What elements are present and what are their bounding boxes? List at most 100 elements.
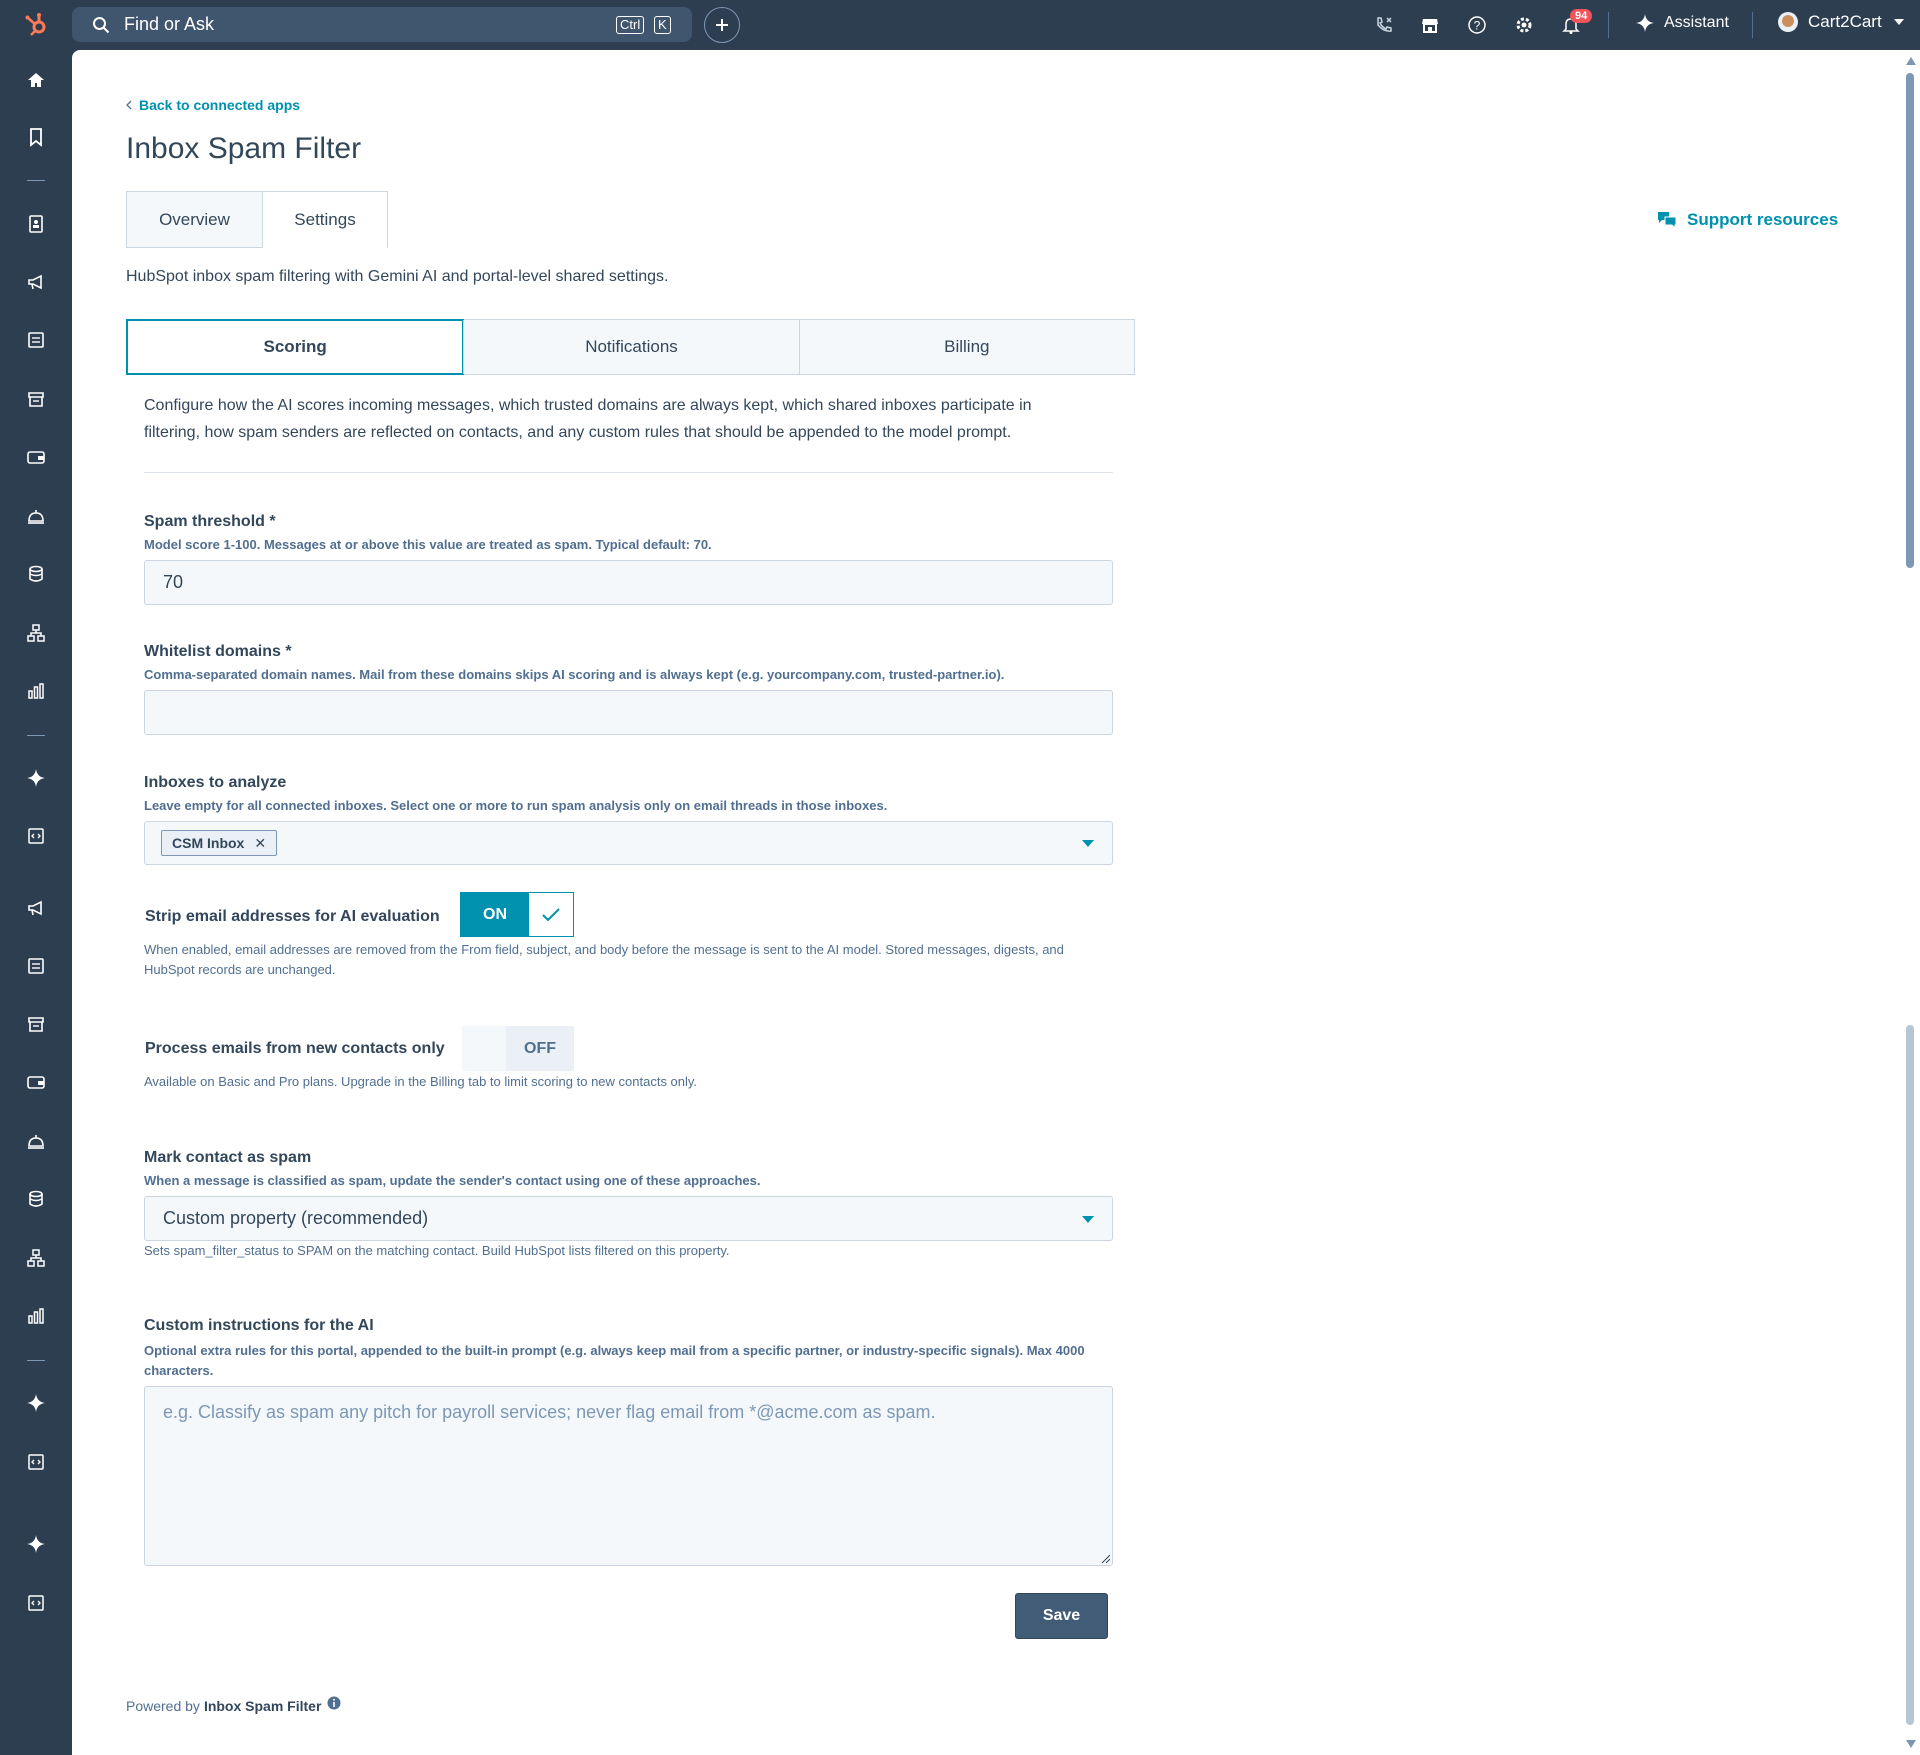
home-icon[interactable]: [26, 70, 46, 90]
scoring-intro: Configure how the AI scores incoming mes…: [144, 397, 1032, 441]
create-button[interactable]: [704, 7, 740, 43]
subtab-notifications[interactable]: Notifications: [463, 320, 798, 374]
powered-by: Powered by Inbox Spam Filter: [126, 1696, 341, 1714]
commerce-icon[interactable]: [26, 1014, 46, 1034]
scroll-up-icon[interactable]: [1906, 57, 1916, 65]
help-icon[interactable]: ?: [1467, 15, 1487, 35]
search-placeholder: Find or Ask: [124, 14, 215, 34]
database-icon[interactable]: [26, 564, 46, 584]
spam-threshold-label: Spam threshold *: [144, 513, 276, 530]
whitelist-domains-label: Whitelist domains *: [144, 643, 292, 660]
toggle-off-label: OFF: [506, 1026, 574, 1071]
mark-contact-help: When a message is classified as spam, up…: [144, 1173, 761, 1188]
scroll-down-icon[interactable]: [1906, 1740, 1916, 1748]
subtab-billing[interactable]: Billing: [798, 320, 1134, 374]
spam-threshold-value: 70: [163, 572, 184, 592]
spam-threshold-help: Model score 1-100. Messages at or above …: [144, 537, 712, 552]
tab-overview[interactable]: Overview: [126, 191, 262, 248]
content-icon[interactable]: [26, 956, 46, 976]
inbox-chip: CSM Inbox ✕: [161, 830, 278, 856]
nav-divider: [27, 1360, 45, 1361]
nav-divider: [27, 180, 45, 181]
wallet-icon[interactable]: [26, 1072, 46, 1092]
sparkle-icon[interactable]: [26, 768, 46, 788]
assistant-button[interactable]: Assistant: [1636, 14, 1729, 32]
megaphone-icon[interactable]: [26, 898, 46, 918]
reports-icon[interactable]: [26, 681, 46, 701]
inboxes-select[interactable]: CSM Inbox ✕: [144, 821, 1113, 865]
custom-instructions-textarea[interactable]: e.g. Classify as spam any pitch for payr…: [144, 1386, 1113, 1566]
contacts-icon[interactable]: [26, 214, 46, 234]
divider: [1752, 12, 1753, 38]
marketplace-icon[interactable]: [1420, 15, 1440, 35]
strip-emails-label: Strip email addresses for AI evaluation: [145, 908, 440, 925]
code-icon[interactable]: [26, 1593, 46, 1613]
save-button[interactable]: Save: [1015, 1593, 1108, 1639]
new-contacts-only-help: Available on Basic and Pro plans. Upgrad…: [144, 1074, 698, 1089]
whitelist-domains-input[interactable]: [144, 690, 1113, 735]
powered-brand: Inbox Spam Filter: [203, 1698, 322, 1714]
global-search[interactable]: Find or Ask Ctrl K: [72, 7, 692, 42]
bookmark-icon[interactable]: [26, 127, 46, 147]
service-icon[interactable]: [26, 506, 46, 526]
reports-icon[interactable]: [26, 1306, 46, 1326]
strip-emails-toggle[interactable]: ON: [460, 892, 574, 937]
commerce-icon[interactable]: [26, 389, 46, 409]
code-icon[interactable]: [26, 1452, 46, 1472]
shortcut-key: K: [654, 16, 671, 34]
notification-badge: 94: [1570, 9, 1593, 23]
hubspot-logo[interactable]: [24, 12, 50, 38]
inboxes-label: Inboxes to analyze: [144, 774, 287, 791]
shortcut-ctrl: Ctrl: [616, 16, 645, 34]
content-icon[interactable]: [26, 330, 46, 350]
spam-threshold-input[interactable]: 70: [144, 560, 1113, 605]
new-contacts-only-label: Process emails from new contacts only: [145, 1040, 445, 1057]
automation-icon[interactable]: [26, 623, 46, 643]
custom-instructions-help: Optional extra rules for this portal, ap…: [144, 1343, 1085, 1378]
custom-instructions-placeholder: e.g. Classify as spam any pitch for payr…: [163, 1402, 936, 1422]
sparkle-icon[interactable]: [26, 1534, 46, 1554]
chevron-down-icon: [1893, 19, 1904, 25]
support-chat-icon: [1658, 212, 1677, 229]
info-icon[interactable]: [327, 1696, 341, 1710]
dropdown-caret-icon[interactable]: [1082, 1215, 1094, 1223]
scrollbar-thumb-secondary[interactable]: [1906, 1025, 1914, 1725]
tab-settings[interactable]: Settings: [262, 191, 388, 248]
new-contacts-only-toggle[interactable]: OFF: [462, 1026, 574, 1071]
back-to-connected-apps-link[interactable]: Back to connected apps: [126, 97, 300, 113]
resize-handle-icon[interactable]: [1100, 1553, 1110, 1563]
divider: [144, 472, 1113, 473]
subtab-scoring[interactable]: Scoring: [126, 319, 465, 375]
dropdown-caret-icon[interactable]: [1082, 840, 1094, 847]
service-icon[interactable]: [26, 1131, 46, 1151]
remove-chip-icon[interactable]: ✕: [254, 835, 266, 852]
settings-subtabs: Scoring Notifications Billing: [126, 319, 1135, 375]
database-icon[interactable]: [26, 1189, 46, 1209]
top-bar: Find or Ask Ctrl K ? 94 Assistant Cart2C…: [0, 0, 1920, 50]
support-resources-link[interactable]: Support resources: [1657, 210, 1838, 230]
mark-contact-select[interactable]: Custom property (recommended): [144, 1196, 1113, 1241]
sparkle-icon[interactable]: [26, 1393, 46, 1413]
account-name: Cart2Cart: [1808, 12, 1882, 31]
automation-icon[interactable]: [26, 1248, 46, 1268]
account-menu[interactable]: Cart2Cart: [1778, 12, 1904, 32]
app-tabs: Overview Settings: [126, 191, 388, 248]
wallet-icon[interactable]: [26, 447, 46, 467]
avatar: [1778, 12, 1798, 32]
search-icon: [93, 16, 110, 33]
settings-icon[interactable]: [1514, 15, 1534, 35]
app-description: HubSpot inbox spam filtering with Gemini…: [126, 268, 669, 285]
divider: [1608, 12, 1609, 38]
mark-contact-label: Mark contact as spam: [144, 1149, 312, 1166]
inbox-chip-label: CSM Inbox: [172, 835, 245, 851]
mark-contact-value: Custom property (recommended): [163, 1208, 429, 1228]
sparkle-icon: [1636, 14, 1654, 32]
calling-icon[interactable]: [1374, 15, 1394, 35]
toggle-on-label: ON: [461, 893, 529, 936]
code-icon[interactable]: [26, 826, 46, 846]
chevron-left-icon: [126, 100, 132, 110]
checkmark-icon: [542, 907, 560, 921]
megaphone-icon[interactable]: [26, 272, 46, 292]
scrollbar-thumb[interactable]: [1906, 73, 1914, 568]
plus-icon: [716, 19, 728, 31]
